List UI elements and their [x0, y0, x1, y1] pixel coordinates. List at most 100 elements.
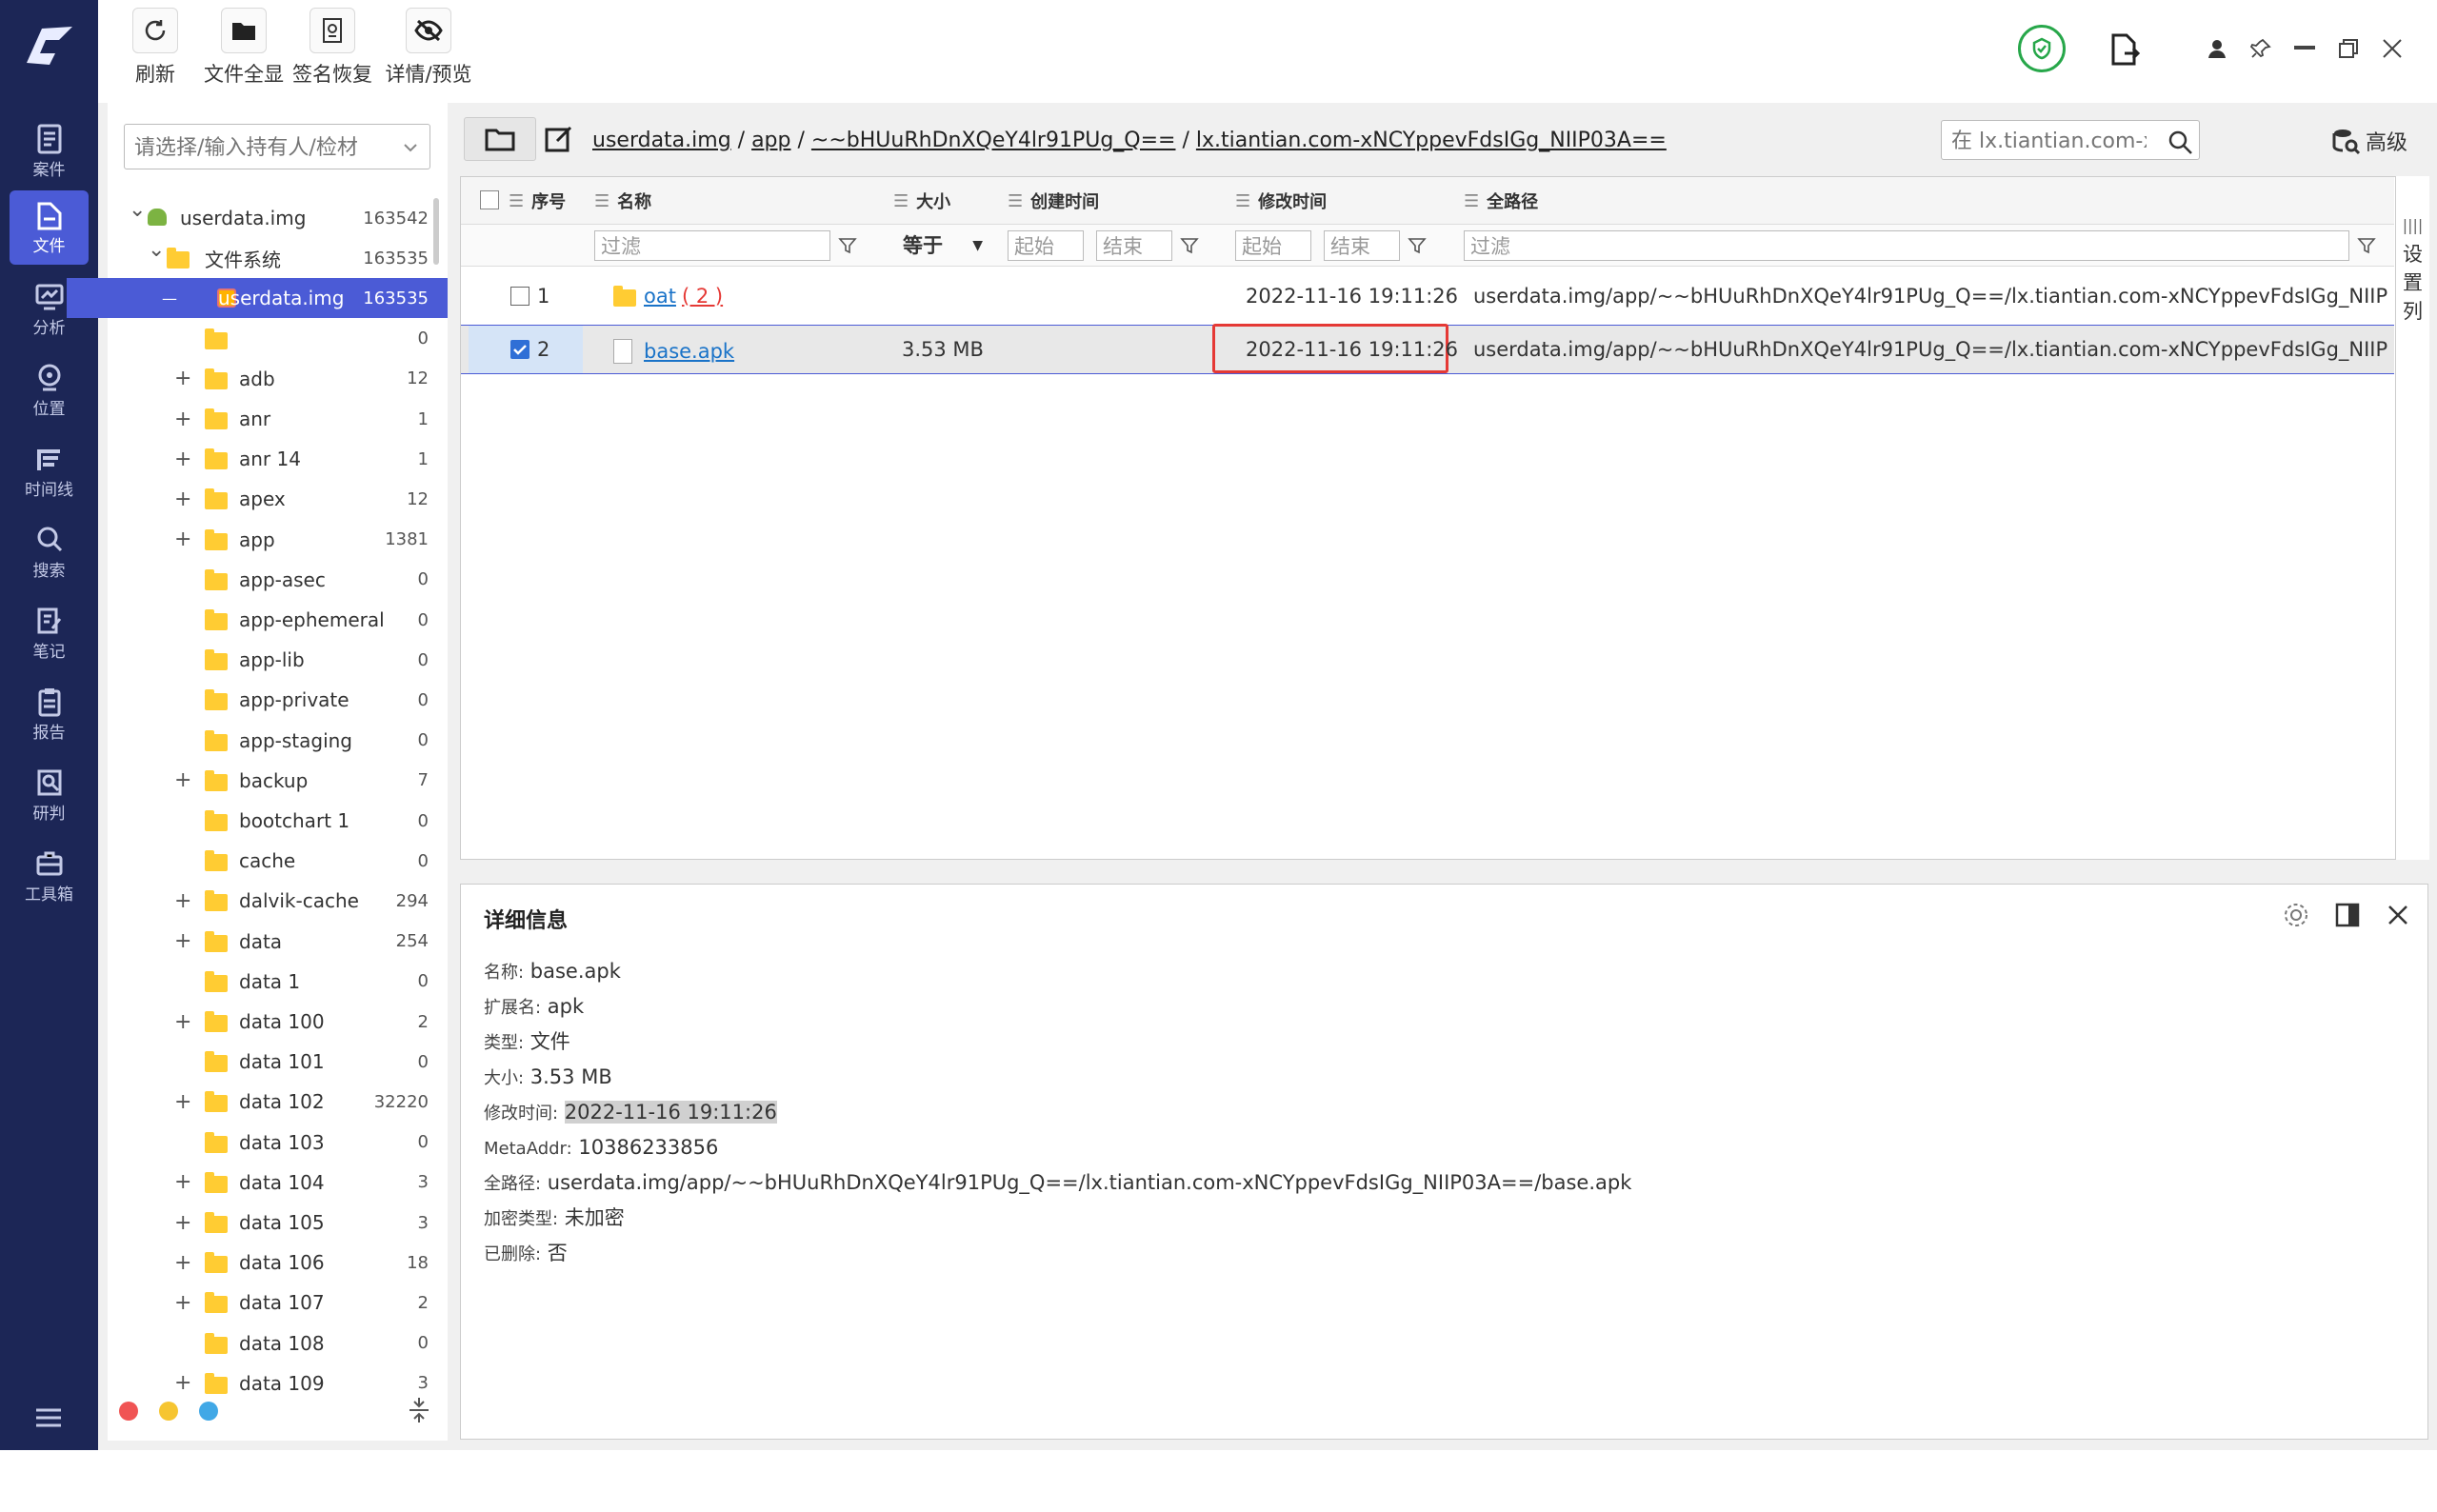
col-size[interactable]: ☰ 大小 — [893, 177, 950, 225]
tree-item[interactable]: + data 100 2 — [108, 1002, 448, 1042]
column-settings-tab[interactable]: |||| 设置列 — [2395, 176, 2429, 860]
breadcrumb-seg-userdata[interactable]: userdata.img — [592, 129, 731, 152]
owner-select[interactable] — [124, 124, 430, 169]
rail-file[interactable]: 文件 — [10, 190, 89, 265]
tree-item[interactable]: + app 1381 — [108, 520, 448, 560]
tree-item[interactable]: + dalvik-cache 294 — [108, 881, 448, 921]
tree-item[interactable]: — userdata.img 163535 — [67, 278, 448, 319]
tree-item[interactable]: data 101 0 — [108, 1042, 448, 1082]
edit-path-icon[interactable] — [544, 124, 574, 154]
filter-icon[interactable] — [2357, 236, 2376, 255]
size-operator-select[interactable]: 等于 ▼ — [893, 230, 989, 261]
tree-item[interactable]: 0 — [108, 319, 448, 359]
expand-plus-icon[interactable]: + — [174, 1090, 191, 1114]
tree-item[interactable]: + data 254 — [108, 922, 448, 962]
collapse-tree-icon[interactable] — [408, 1396, 430, 1424]
tree-item[interactable]: + backup 7 — [108, 761, 448, 801]
expand-plus-icon[interactable]: + — [174, 929, 191, 953]
rail-toolbox[interactable]: 工具箱 — [10, 839, 89, 913]
rail-timeline[interactable]: 时间线 — [10, 434, 89, 508]
expand-plus-icon[interactable]: + — [174, 448, 191, 471]
expand-plus-icon[interactable]: + — [174, 1251, 191, 1275]
tree-item[interactable]: + apex 12 — [108, 479, 448, 519]
row-checkbox[interactable] — [510, 287, 529, 306]
expand-plus-icon[interactable]: + — [174, 1010, 191, 1034]
rail-note[interactable]: 笔记 — [10, 596, 89, 670]
breadcrumb-seg-package[interactable]: lx.tiantian.com-xNCYppevFdsIGg_NIIP03A== — [1196, 129, 1667, 152]
table-row[interactable]: 1 oat ( 2 ) 2022-11-16 19:11:26 userdata… — [461, 272, 2394, 320]
refresh-button[interactable]: 刷新 — [108, 8, 203, 88]
tree-item[interactable]: ⌄ 文件系统 163535 — [108, 238, 448, 278]
mtime-start-input[interactable]: 起始 — [1235, 230, 1311, 261]
sig-restore-button[interactable]: 签名恢复 — [285, 8, 380, 88]
expand-plus-icon[interactable]: + — [174, 1371, 191, 1395]
folder-search-box[interactable] — [1941, 120, 2200, 160]
expand-plus-icon[interactable]: + — [174, 889, 191, 913]
expand-plus-icon[interactable]: + — [174, 768, 191, 792]
expand-chevron-icon[interactable]: ⌄ — [148, 238, 165, 262]
filter-icon[interactable] — [838, 236, 857, 255]
split-panel-icon[interactable] — [2334, 902, 2361, 928]
expand-plus-icon[interactable]: + — [174, 487, 191, 511]
minimize-icon[interactable] — [2294, 46, 2315, 50]
gear-icon[interactable] — [2283, 902, 2309, 928]
expand-chevron-icon[interactable]: ⌄ — [129, 198, 146, 222]
tree-item[interactable]: app-private 0 — [108, 680, 448, 720]
tree-item[interactable]: + data 104 3 — [108, 1163, 448, 1203]
status-dot-blue[interactable] — [199, 1402, 218, 1421]
expand-plus-icon[interactable]: + — [174, 408, 191, 431]
shield-status-icon[interactable] — [2018, 25, 2066, 72]
col-name[interactable]: ☰ 名称 — [594, 177, 651, 225]
folder-browse-button[interactable] — [464, 117, 536, 161]
breadcrumb-seg-hash[interactable]: ~~bHUuRhDnXQeY4lr91PUg_Q== — [811, 129, 1176, 152]
expand-plus-icon[interactable]: + — [174, 367, 191, 390]
tree-item[interactable]: app-asec 0 — [108, 560, 448, 600]
tree-item[interactable]: ⌄ userdata.img 163542 — [108, 198, 448, 238]
detail-preview-button[interactable]: 详情/预览 — [376, 8, 481, 88]
collapse-icon[interactable]: — — [162, 289, 177, 308]
tree-item[interactable]: data 103 0 — [108, 1123, 448, 1163]
tree-item[interactable]: app-ephemeral 0 — [108, 600, 448, 640]
ctime-start-input[interactable]: 起始 — [1008, 230, 1084, 261]
tree-item[interactable]: + data 102 32220 — [108, 1082, 448, 1122]
tree-item[interactable]: + data 107 2 — [108, 1283, 448, 1323]
tree-item[interactable]: app-staging 0 — [108, 721, 448, 761]
path-filter-input[interactable]: 过滤 — [1464, 230, 2349, 261]
owner-select-input[interactable] — [134, 133, 382, 162]
status-dot-yellow[interactable] — [159, 1402, 178, 1421]
rail-judge[interactable]: 研判 — [10, 758, 89, 832]
tree-item[interactable]: data 1 0 — [108, 962, 448, 1002]
tree-item[interactable]: + anr 1 — [108, 399, 448, 439]
folder-search-input[interactable] — [1951, 127, 2147, 155]
col-mtime[interactable]: ☰ 修改时间 — [1235, 177, 1327, 225]
expand-plus-icon[interactable]: + — [174, 1170, 191, 1194]
tree-item[interactable]: + anr 14 1 — [108, 439, 448, 479]
tree-item[interactable]: bootchart 1 0 — [108, 801, 448, 841]
tree-item[interactable]: + adb 12 — [108, 359, 448, 399]
mtime-end-input[interactable]: 结束 — [1324, 230, 1400, 261]
name-filter-input[interactable]: 过滤 — [594, 230, 830, 261]
rail-location[interactable]: 位置 — [10, 353, 89, 428]
restore-icon[interactable] — [2338, 38, 2359, 59]
expand-plus-icon[interactable]: + — [174, 1211, 191, 1235]
tree-item[interactable]: + data 106 18 — [108, 1243, 448, 1283]
menu-icon[interactable] — [34, 1407, 63, 1428]
export-file-icon[interactable] — [2107, 32, 2142, 67]
row-name-link[interactable]: oat — [644, 272, 676, 320]
pin-icon[interactable] — [2249, 38, 2271, 59]
search-icon[interactable] — [2167, 129, 2193, 155]
select-all-checkbox[interactable] — [480, 190, 499, 209]
tree-item[interactable]: app-lib 0 — [108, 640, 448, 680]
tree-item[interactable]: + data 105 3 — [108, 1203, 448, 1243]
user-icon[interactable] — [2207, 38, 2227, 59]
tree-item[interactable]: data 108 0 — [108, 1323, 448, 1363]
row-child-count[interactable]: ( 2 ) — [682, 272, 723, 320]
rail-search[interactable]: 搜索 — [10, 515, 89, 589]
tree-item[interactable]: + data 109 3 — [108, 1363, 448, 1403]
filter-icon[interactable] — [1180, 236, 1199, 255]
close-window-icon[interactable] — [2382, 38, 2403, 59]
close-icon[interactable] — [2387, 904, 2409, 926]
tree-item[interactable]: cache 0 — [108, 841, 448, 881]
ctime-end-input[interactable]: 结束 — [1096, 230, 1172, 261]
breadcrumb-seg-app[interactable]: app — [751, 129, 790, 152]
